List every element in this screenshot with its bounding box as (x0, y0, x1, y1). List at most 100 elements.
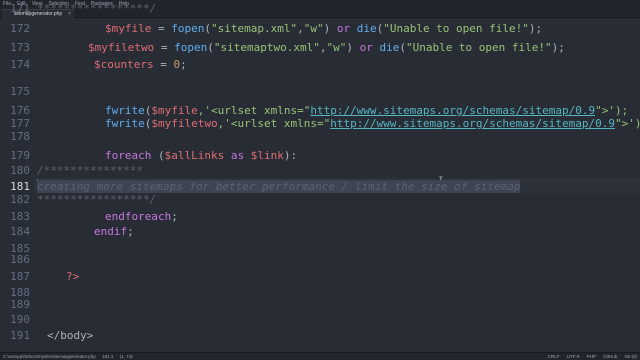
code-token: creating more sitemaps for better perfor… (37, 180, 521, 193)
code-token: or (359, 41, 373, 54)
line-number: 191 (10, 329, 30, 342)
code-token: "w" (326, 41, 347, 54)
code-token: ); (528, 22, 543, 35)
code-line-171: *****************/ (37, 3, 156, 15)
code-token: ( (151, 149, 165, 162)
encoding[interactable]: UTF-8 (567, 354, 580, 359)
code-token: endif (94, 225, 128, 238)
code-token: ; (180, 58, 187, 71)
cursor-position[interactable]: 181:1 (102, 354, 113, 359)
code-token: , (297, 22, 304, 35)
status-bar: C:\xampp\htdocs\mysite\sitemapgenerator.… (0, 352, 640, 360)
code-token: ?> (66, 270, 80, 283)
code-token: or (336, 22, 351, 35)
code-token: "sitemaptwo.xml" (213, 41, 320, 54)
line-number: 181 (10, 180, 30, 193)
code-token: "Unable to open file!" (383, 22, 529, 35)
github-button[interactable]: GitHub (603, 354, 617, 359)
grammar[interactable]: PHP (587, 354, 596, 359)
code-line-184: endif; (94, 226, 134, 238)
line-number: 183 (10, 210, 30, 223)
code-token: die (379, 41, 400, 54)
line-number: 190 (10, 313, 30, 326)
code-token: fwrite (105, 104, 145, 117)
code-token: ( (399, 41, 406, 54)
code-line-173: $myfiletwo = fopen("sitemaptwo.xml","w")… (88, 42, 565, 54)
code-token: *****************/ (37, 193, 157, 206)
code-editor[interactable]: 171 172 173 174 175 176 177 178 179 180 181 182 183 1… (0, 3, 640, 352)
code-token: foreach (105, 149, 152, 162)
code-line-191: </body> (47, 330, 93, 342)
code-line-174: $counters = 0; (94, 59, 187, 71)
line-number: 184 (10, 225, 30, 238)
line-number: 180 (10, 164, 30, 177)
code-token: http://www.sitemaps.org/schemas/sitemap/… (330, 117, 615, 130)
code-token: ( (207, 41, 214, 54)
code-token: as (230, 149, 245, 162)
code-token: </body> (47, 329, 94, 342)
code-token: ">'); (595, 104, 629, 117)
code-token: $myfile (151, 104, 198, 117)
code-token: fwrite (105, 117, 145, 130)
code-token: $myfile (105, 22, 152, 35)
code-line-177: fwrite($myfiletwo,'<urlset xmlns="http:/… (105, 118, 640, 130)
code-line-179: foreach ($allLinks as $link): (105, 150, 297, 162)
line-number: 172 (10, 22, 30, 35)
code-token: = (153, 58, 174, 71)
code-token: ; (127, 225, 134, 238)
line-number-gutter: 171 172 173 174 175 176 177 178 179 180 181 182 183 1… (0, 3, 34, 352)
code-token: *****************/ (37, 2, 157, 15)
code-line-181: creating more sitemaps for better perfor… (37, 180, 521, 193)
code-token: $myfiletwo (88, 41, 155, 54)
code-token: /*************** (37, 164, 143, 177)
line-number: 186 (10, 253, 30, 266)
code-token: endforeach (105, 210, 172, 223)
line-number: 175 (10, 85, 30, 98)
code-line-180: /*************** (37, 165, 143, 177)
code-token: ,'<urlset xmlns=" (197, 104, 311, 117)
code-token: "Unable to open file!" (405, 41, 552, 54)
line-number: 187 (10, 270, 30, 283)
code-token: $allLinks (164, 149, 225, 162)
line-number: 178 (10, 130, 30, 143)
code-token: ; (171, 210, 178, 223)
line-number: 176 (10, 104, 30, 117)
line-number: 173 (10, 41, 30, 54)
code-token: fopen (174, 41, 208, 54)
code-line-172: $myfile = fopen("sitemap.xml","w") or di… (105, 23, 542, 35)
code-line-182: *****************/ (37, 194, 156, 206)
code-line-187: ?> (66, 271, 79, 283)
code-token: $link (250, 149, 284, 162)
file-path[interactable]: C:\xampp\htdocs\mysite\sitemapgenerator.… (3, 354, 96, 359)
line-number: 179 (10, 149, 30, 162)
line-ending[interactable]: CRLF (548, 354, 560, 359)
code-token: ,'<urlset xmlns=" (217, 117, 331, 130)
line-number: 174 (10, 58, 30, 71)
code-token: ); (551, 41, 565, 54)
code-token: fopen (171, 22, 205, 35)
code-token: "w" (303, 22, 324, 35)
code-token: ) (323, 22, 337, 35)
code-token: $counters (94, 58, 154, 71)
code-token: = (151, 22, 172, 35)
line-number: 189 (10, 298, 30, 311)
code-token: = (154, 41, 175, 54)
code-line-176: fwrite($myfile,'<urlset xmlns="http://ww… (105, 105, 628, 117)
code-token: ">'); (614, 117, 640, 130)
line-number: 182 (10, 193, 30, 206)
selection-count: (1, 73) (119, 354, 133, 359)
line-number: 177 (10, 117, 30, 130)
code-token: "sitemap.xml" (210, 22, 298, 35)
code-token: ) (346, 41, 360, 54)
code-token: ( (204, 22, 211, 35)
code-token: ): (283, 149, 298, 162)
code-token: die (356, 22, 377, 35)
git-button[interactable]: Git (0) (624, 354, 637, 359)
line-number: 171 (10, 2, 30, 15)
code-token: http://www.sitemaps.org/schemas/sitemap/… (310, 104, 596, 117)
code-line-183: endforeach; (105, 211, 178, 223)
code-token: $myfiletwo (151, 117, 218, 130)
